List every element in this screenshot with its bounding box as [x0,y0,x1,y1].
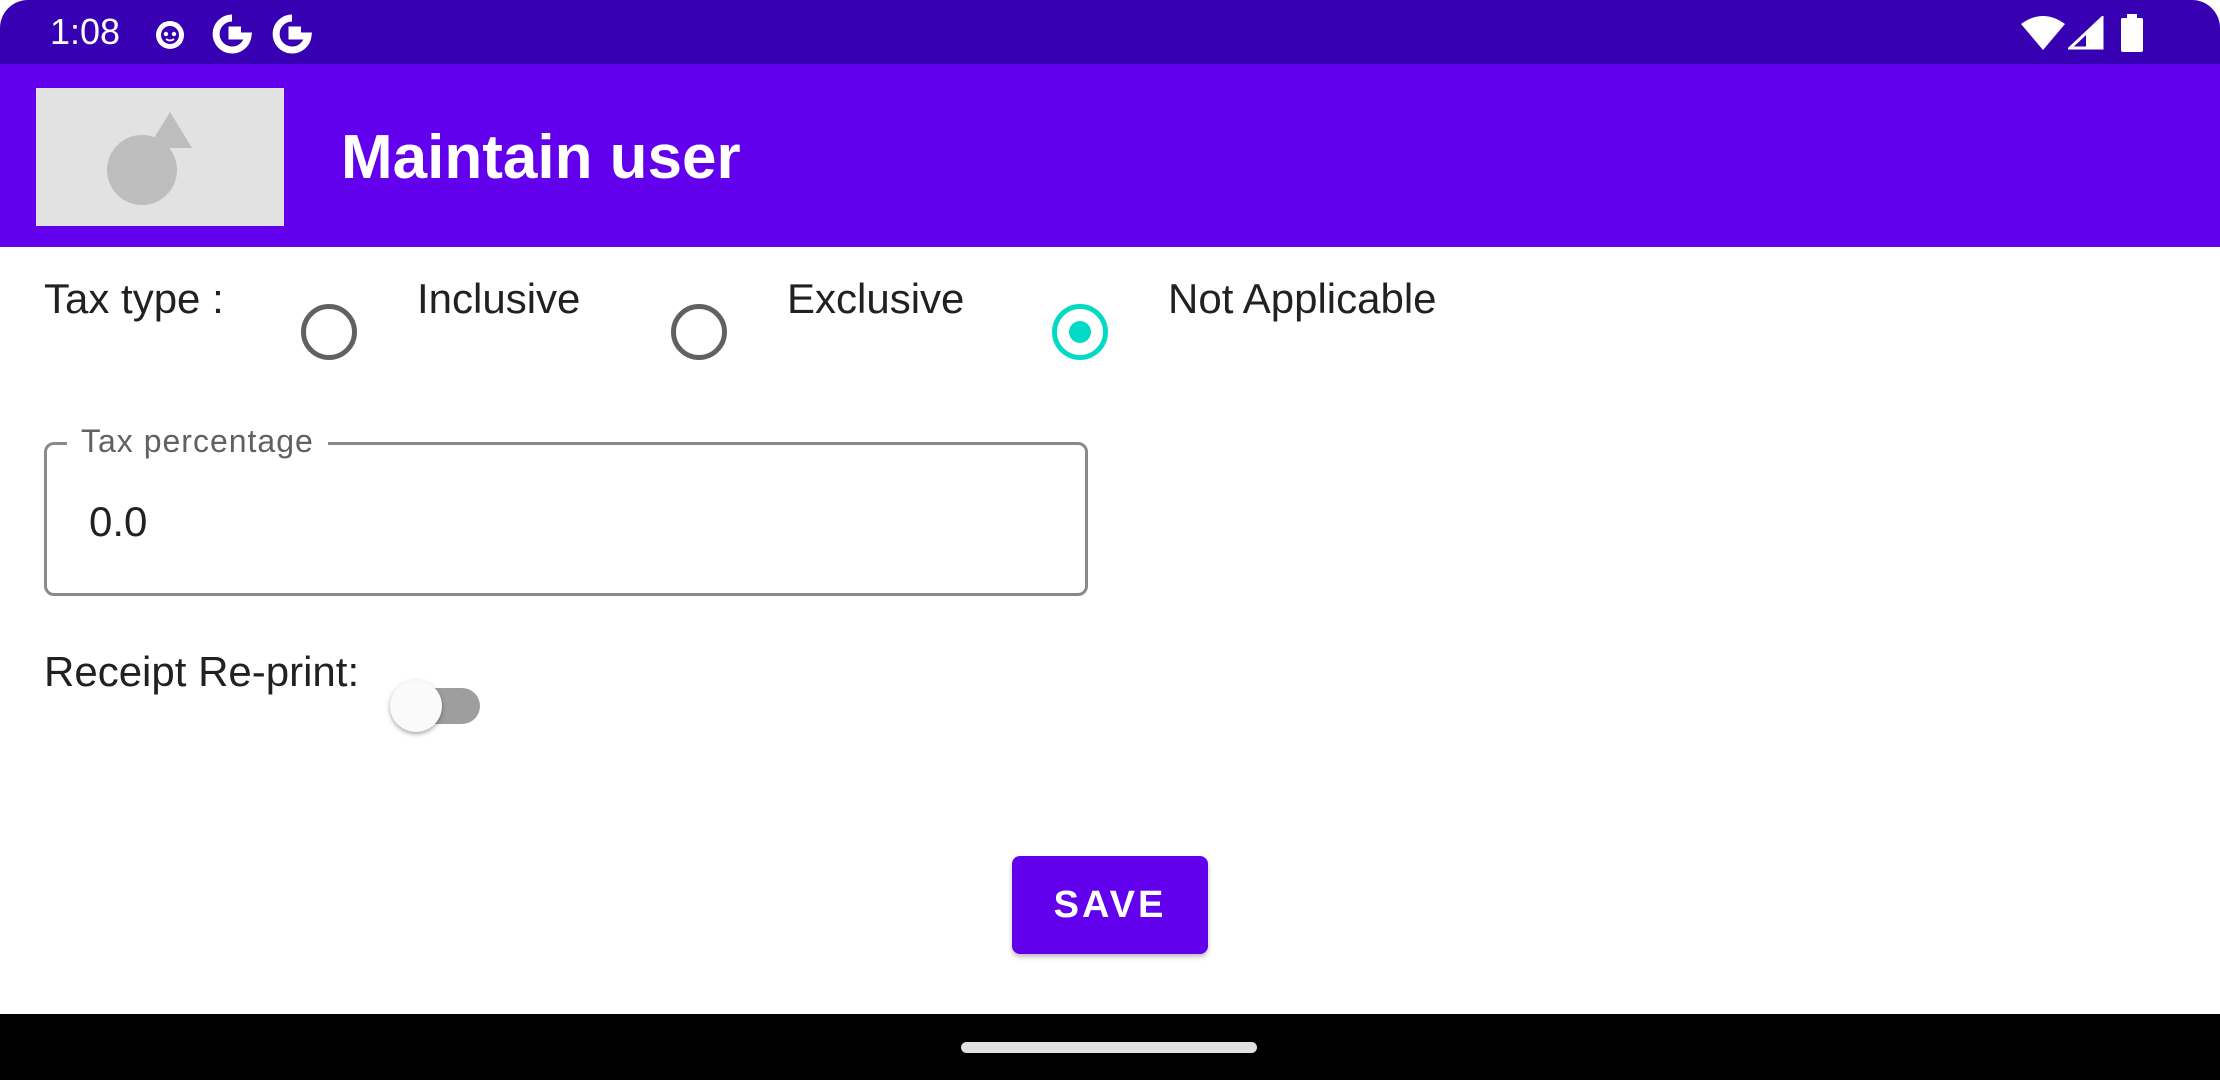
switch-thumb [390,680,442,732]
android-face-icon [152,16,188,57]
status-bar: 1:08 [0,0,2220,64]
receipt-reprint-label: Receipt Re-print: [44,648,360,695]
radio-inclusive[interactable] [301,304,357,360]
tax-percentage-input[interactable] [89,497,989,547]
radio-exclusive-label[interactable]: Exclusive [787,274,964,324]
radio-not-applicable-label[interactable]: Not Applicable [1168,274,1437,324]
tax-type-label: Tax type : [44,275,224,322]
google-icon [270,12,314,61]
home-indicator[interactable] [961,1042,1257,1053]
image-placeholder-icon [36,88,284,226]
app-bar: Maintain user [0,64,2220,247]
page-title: Maintain user [341,123,741,192]
wifi-icon [2020,14,2066,55]
navigation-bar [0,1014,2220,1080]
google-icon [210,12,254,61]
battery-icon [2120,14,2144,57]
radio-not-applicable[interactable] [1052,304,1108,360]
receipt-reprint-switch[interactable] [390,680,490,732]
cellular-signal-icon [2066,14,2104,55]
screen: 1:08 Maintain user Tax type: Inclusive … [0,0,2220,1080]
save-button[interactable]: SAVE [1012,856,1208,954]
tax-percentage-label: Tax percentage [67,421,328,461]
tax-percentage-field[interactable]: Tax percentage [44,421,1088,596]
status-time: 1:08 [50,11,121,52]
radio-exclusive[interactable] [671,304,727,360]
radio-inclusive-label[interactable]: Inclusive [417,274,580,324]
